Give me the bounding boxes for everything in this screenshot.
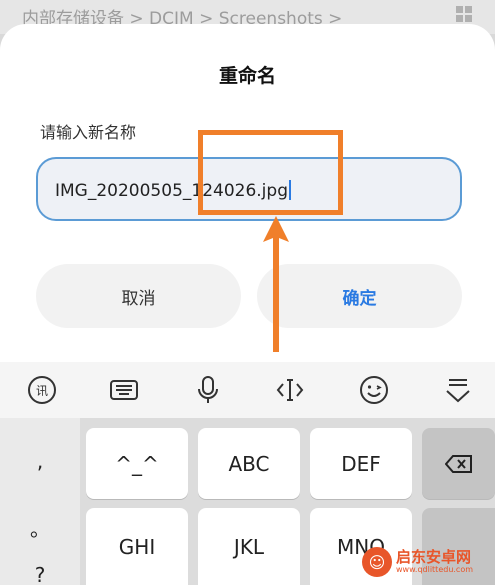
key-jkl[interactable]: JKL [198, 508, 300, 585]
key-question[interactable]: ? [0, 551, 80, 585]
voice-recognition-icon[interactable]: 讯 [24, 372, 60, 408]
keyboard-toolbar: 讯 [0, 362, 495, 418]
key-comma[interactable]: , [0, 418, 80, 504]
emoji-icon[interactable] [356, 372, 392, 408]
watermark-logo-icon: ☺ [362, 547, 392, 577]
microphone-icon[interactable] [190, 372, 226, 408]
rename-dialog: 重命名 请输入新名称 IMG_20200505_124026.jpg 取消 确定 [0, 24, 495, 362]
collapse-keyboard-icon[interactable] [440, 372, 476, 408]
watermark: ☺ 启东安卓网 www.qdlittedu.com [362, 542, 492, 582]
key-abc[interactable]: ABC [198, 428, 300, 499]
arrow-up-annotation-icon [263, 216, 289, 352]
text-caret [289, 180, 291, 200]
backspace-key[interactable] [422, 428, 495, 499]
cancel-button[interactable]: 取消 [36, 264, 241, 328]
field-label: 请输入新名称 [40, 123, 137, 142]
dialog-title: 重命名 [218, 65, 276, 87]
key-emoticon[interactable]: ^_^ [86, 428, 188, 499]
watermark-url: www.qdlittedu.com [396, 564, 474, 574]
filename-input-value: IMG_20200505_124026.jpg [55, 180, 291, 201]
grid-view-icon[interactable] [455, 5, 473, 23]
key-def[interactable]: DEF [310, 428, 412, 499]
watermark-name: 启东安卓网 [396, 548, 472, 567]
svg-text:讯: 讯 [36, 384, 48, 398]
key-period[interactable]: 。 [0, 504, 80, 551]
filename-input[interactable]: IMG_20200505_124026.jpg [36, 157, 462, 221]
backspace-icon [444, 454, 472, 473]
cursor-move-icon[interactable] [272, 372, 308, 408]
keyboard-layout-icon[interactable] [106, 372, 142, 408]
key-ghi[interactable]: GHI [86, 508, 188, 585]
